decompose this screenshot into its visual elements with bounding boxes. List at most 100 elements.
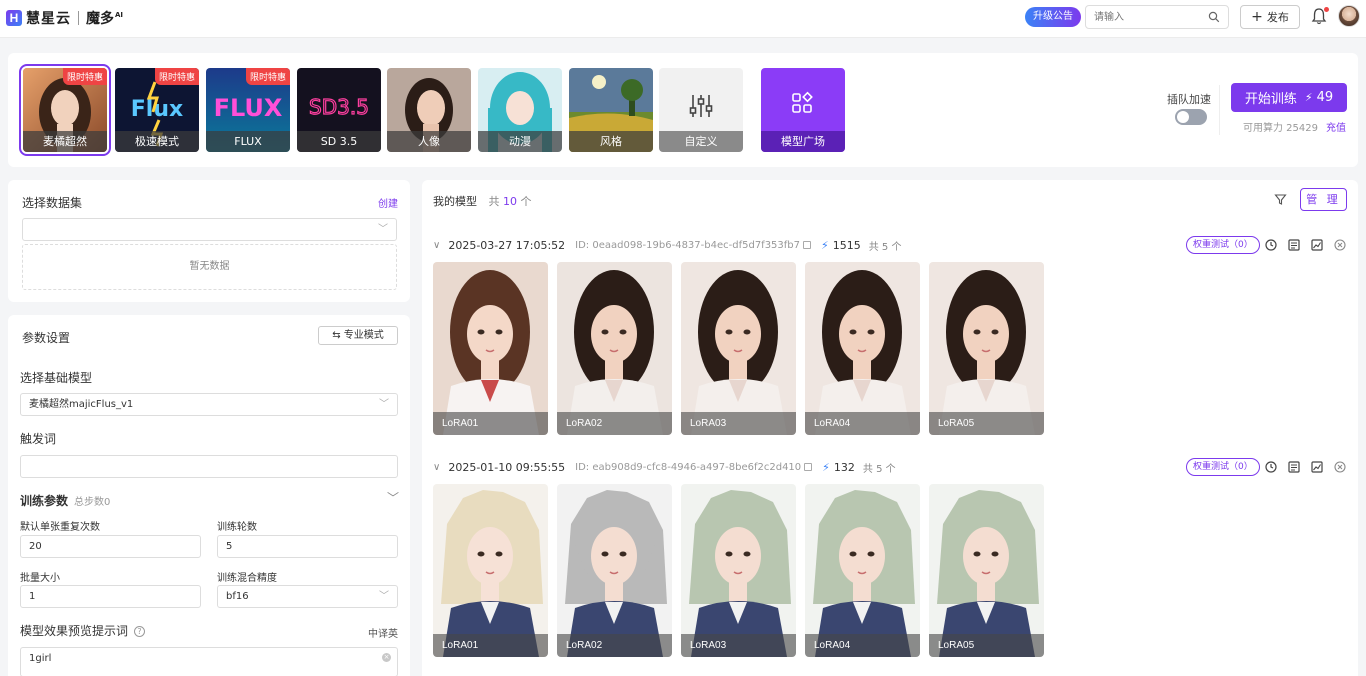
trigger-word-label: 触发词 <box>20 432 57 446</box>
my-models-panel: 我的模型 共 10 个 管 理 ∨ 2025-03-27 17:05:52 ID: … <box>422 180 1358 676</box>
pro-mode-button[interactable]: ⇆ 专业模式 <box>318 326 398 345</box>
group-total: 共 5 个 <box>868 241 902 253</box>
promo-badge: 限时特惠 <box>62 68 107 85</box>
chart-icon[interactable] <box>1310 238 1324 252</box>
translate-button[interactable]: 中译英 <box>368 625 398 640</box>
flux-art-text: FLUX <box>214 94 283 122</box>
model-type-strip: 限时特惠 麦橘超然 Flux 限时特惠 极速模式 FLUX 限时特惠 FLUX … <box>8 53 1358 167</box>
chevron-down-icon: ﹀ <box>379 591 389 602</box>
recharge-link[interactable]: 充值 <box>1326 123 1346 134</box>
lightning-icon: ⚡ <box>821 238 829 252</box>
portrait-image <box>681 262 796 435</box>
queue-boost-toggle[interactable] <box>1175 109 1207 125</box>
portrait-image <box>557 484 672 657</box>
start-training-button[interactable]: 开始训练 ⚡ 49 <box>1231 83 1347 112</box>
start-training-label: 开始训练 <box>1244 92 1297 107</box>
lora-label: LoRA03 <box>681 634 796 657</box>
brand-name: 慧星云 <box>26 11 71 27</box>
precision-select[interactable]: bf16 ﹀ <box>217 585 398 608</box>
model-card-label: 模型广场 <box>761 131 845 152</box>
lora-thumbnail[interactable]: LoRA01 <box>433 262 548 435</box>
batch-size-input[interactable]: 1 <box>20 585 201 608</box>
group-id: ID: eab908d9-cfc8-4946-a497-8be6f2c2d410 <box>575 461 802 473</box>
close-icon[interactable] <box>1333 460 1347 474</box>
weight-test-button[interactable]: 权重测试（0） <box>1186 236 1260 254</box>
bell-icon[interactable] <box>1311 7 1329 25</box>
total-steps: 总步数0 <box>74 497 111 508</box>
lora-thumbnail[interactable]: LoRA03 <box>681 262 796 435</box>
swap-icon: ⇆ <box>332 330 344 341</box>
chevron-down-icon[interactable]: ﹀ <box>387 489 399 506</box>
copy-icon[interactable] <box>803 241 812 249</box>
model-card-plaza[interactable]: 模型广场 <box>761 68 845 152</box>
announcement-button[interactable]: 升级公告 <box>1025 7 1081 27</box>
weight-test-button[interactable]: 权重测试（0） <box>1186 458 1260 476</box>
model-count: 共 10 个 <box>488 195 532 208</box>
top-bar: H 慧星云 魔多AI 升级公告 + 发布 <box>0 0 1366 38</box>
divider <box>1219 85 1220 135</box>
lora-thumbnail[interactable]: LoRA02 <box>557 484 672 657</box>
lora-thumbnail[interactable]: LoRA03 <box>681 484 796 657</box>
precision-value: bf16 <box>226 591 249 602</box>
batch-size-label: 批量大小 <box>20 573 60 584</box>
portrait-image <box>805 484 920 657</box>
precision-label: 训练混合精度 <box>217 573 277 584</box>
lora-thumbnail[interactable]: LoRA01 <box>433 484 548 657</box>
history-icon[interactable] <box>1264 238 1278 252</box>
model-card-majicflus[interactable]: 限时特惠 麦橘超然 <box>19 64 111 156</box>
repeat-input[interactable]: 20 <box>20 535 201 558</box>
model-card-anime[interactable]: 动漫 <box>478 68 562 152</box>
filter-icon[interactable] <box>1274 193 1287 206</box>
promo-badge: 限时特惠 <box>154 68 199 85</box>
model-card-flux[interactable]: FLUX 限时特惠 FLUX <box>206 68 290 152</box>
preview-prompt-label: 模型效果预览提示词? <box>20 622 146 639</box>
model-card-sd35[interactable]: SD3.5 SD 3.5 <box>297 68 381 152</box>
document-icon[interactable] <box>1287 460 1301 474</box>
epochs-label: 训练轮数 <box>217 522 257 533</box>
search-icon[interactable] <box>1208 11 1220 23</box>
manage-button[interactable]: 管 理 <box>1300 188 1347 211</box>
plus-icon: + <box>1251 9 1263 25</box>
model-card-label: 动漫 <box>478 131 562 152</box>
model-card-portrait[interactable]: 人像 <box>387 68 471 152</box>
close-icon[interactable] <box>1333 238 1347 252</box>
portrait-image <box>929 262 1044 435</box>
clear-icon[interactable]: × <box>382 653 391 662</box>
publish-button[interactable]: + 发布 <box>1240 5 1300 29</box>
compute-balance: 可用算力 25429 充值 <box>1243 119 1346 134</box>
lora-thumbnail[interactable]: LoRA02 <box>557 262 672 435</box>
chevron-down-icon[interactable]: ∨ <box>433 462 440 473</box>
sd35-art-text: SD3.5 <box>309 95 369 119</box>
publish-label: 发布 <box>1266 11 1289 24</box>
model-card-label: SD 3.5 <box>297 131 381 152</box>
create-dataset-link[interactable]: 创建 <box>378 195 398 210</box>
avatar[interactable] <box>1338 5 1360 27</box>
model-card-label: 极速模式 <box>115 131 199 152</box>
group-cost: 132 <box>833 460 855 474</box>
logo-mark-icon: H <box>6 10 22 26</box>
chevron-down-icon[interactable]: ∨ <box>433 240 440 251</box>
dataset-select[interactable]: ﹀ <box>22 218 397 241</box>
base-model-select[interactable]: 麦橘超然majicFlus_v1 ﹀ <box>20 393 398 416</box>
model-card-custom[interactable]: 自定义 <box>659 68 743 152</box>
document-icon[interactable] <box>1287 238 1301 252</box>
lora-thumbnail[interactable]: LoRA04 <box>805 484 920 657</box>
help-icon[interactable]: ? <box>134 626 146 637</box>
preview-prompt-input[interactable]: 1girl × <box>20 647 398 676</box>
history-icon[interactable] <box>1264 460 1278 474</box>
epochs-input[interactable]: 5 <box>217 535 398 558</box>
model-card-turbo[interactable]: Flux 限时特惠 极速模式 <box>115 68 199 152</box>
logo[interactable]: H 慧星云 魔多AI <box>6 8 123 28</box>
chevron-down-icon: ﹀ <box>378 224 388 235</box>
portrait-image <box>929 484 1044 657</box>
empty-state: 暂无数据 <box>22 244 397 290</box>
model-card-style[interactable]: 风格 <box>569 68 653 152</box>
search-input[interactable] <box>1094 6 1204 28</box>
product-name: 魔多AI <box>86 11 124 27</box>
copy-icon[interactable] <box>804 463 813 471</box>
chart-icon[interactable] <box>1310 460 1324 474</box>
lora-thumbnail[interactable]: LoRA04 <box>805 262 920 435</box>
lora-thumbnail[interactable]: LoRA05 <box>929 484 1044 657</box>
trigger-word-input[interactable] <box>20 455 398 478</box>
lora-thumbnail[interactable]: LoRA05 <box>929 262 1044 435</box>
